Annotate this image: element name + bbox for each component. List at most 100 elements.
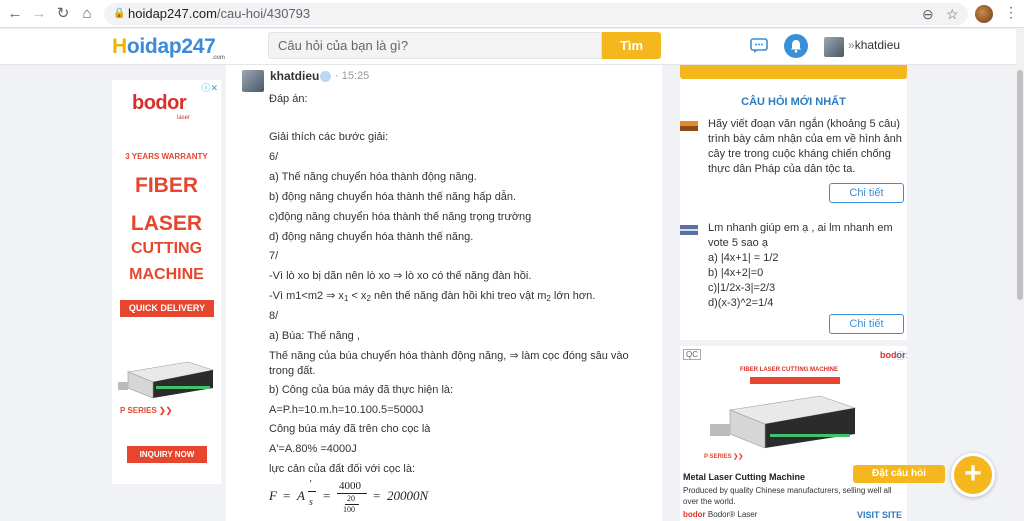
answer-line: Thế năng của búa chuyển hóa thành động n…	[269, 350, 629, 377]
header-username: khatdieu	[854, 38, 901, 52]
detail-button[interactable]: Chi tiết	[829, 183, 904, 203]
back-icon[interactable]: ←	[6, 5, 24, 23]
ad-text-machine: MACHINE	[129, 266, 204, 283]
formula-part: F	[269, 488, 277, 503]
home-icon[interactable]: ⌂	[78, 5, 96, 23]
answer-line: a) Búa: Thế năng ,	[269, 330, 360, 342]
ad-inquiry-button[interactable]: INQUIRY NOW	[127, 446, 207, 463]
formula-part: s	[309, 497, 313, 508]
answer-line: 7/	[269, 250, 279, 262]
url-path: /cau-hoi/430793	[216, 6, 311, 21]
formula-part: =	[283, 488, 291, 503]
formula-part: A	[297, 488, 305, 503]
bookmark-star-icon[interactable]: ☆	[946, 5, 959, 23]
search-button[interactable]: Tìm	[602, 32, 661, 59]
verified-badge-icon	[320, 71, 331, 82]
answer-card: khatdieu · 15:25 Đáp án: Giải thích các …	[226, 65, 662, 521]
answer-line: 8/	[269, 310, 279, 322]
answer-line: Đáp án:	[269, 93, 308, 105]
browser-toolbar: ← → ↻ ⌂ 🔒 hoidap247.com/cau-hoi/430793 ⊖…	[0, 0, 1024, 28]
question-thumbnail-icon	[680, 121, 698, 131]
answer-line: lực cản của đất đối với cọc là:	[269, 463, 416, 475]
answer-line-mass: -Vì m1<m2 ⇒ x1 < x2 nên thế năng đàn hồi…	[269, 289, 595, 303]
ask-question-label[interactable]: Đặt câu hỏi	[853, 465, 945, 483]
ad-close-icon[interactable]: ⓘ✕	[201, 81, 218, 94]
zoom-icon[interactable]: ⊖	[922, 5, 934, 23]
formula-part: 20	[347, 494, 355, 503]
browser-menu-icon[interactable]: ⋮	[1004, 4, 1018, 21]
question-line: b) |4x+2|=0	[708, 267, 764, 279]
ad-title[interactable]: Metal Laser Cutting Machine	[683, 472, 805, 482]
formula-part: =	[323, 488, 331, 503]
text-part: nên thế năng đàn hồi khi treo vật m	[370, 290, 547, 302]
formula-part: ′	[309, 479, 312, 490]
left-advertisement[interactable]: ⓘ✕ bodor laser 3 YEARS WARRANTY FIBER LA…	[112, 80, 221, 484]
answer-line: a) Thế năng chuyển hóa thành động năng.	[269, 171, 477, 183]
question-line: Lm nhanh giúp em ạ , ai lm nhanh em vote…	[708, 222, 893, 249]
notification-bell-icon[interactable]	[784, 34, 808, 58]
answer-line: Công búa máy đã trên cho cọc là	[269, 423, 431, 435]
ask-question-top-button[interactable]	[680, 65, 907, 79]
ad-close-icon[interactable]: ⓘ✕	[896, 349, 907, 362]
ad-series-label: P SERIES ❯❯	[704, 454, 744, 460]
advertiser-logo: bodor	[683, 510, 706, 519]
question-line: a) |4x+1| = 1/2	[708, 252, 779, 264]
logo-text: oidap247	[126, 35, 216, 58]
profile-avatar[interactable]	[975, 5, 993, 23]
chat-icon[interactable]	[750, 38, 768, 54]
ad-series-label: P SERIES ❯❯	[120, 406, 173, 415]
advertiser-name: Bodor® Laser	[707, 510, 758, 519]
user-avatar[interactable]	[824, 37, 844, 57]
answer-line: A=P.h=10.m.h=10.100.5=5000J	[269, 404, 424, 416]
site-logo[interactable]: Hoidap247 .com	[112, 35, 225, 61]
ad-description: Produced by quality Chinese manufacturer…	[683, 486, 892, 506]
question-line: c)|1/2x-3|=2/3	[708, 282, 776, 294]
chevron-down-icon: »	[848, 38, 855, 52]
ask-question-plus-button[interactable]: +	[951, 453, 995, 497]
answer-line: A'=A.80% =4000J	[269, 443, 357, 455]
right-advertisement[interactable]: QC bodor ⓘ✕ FIBER LASER CUTTING MACHINE …	[680, 346, 907, 521]
answerer-name[interactable]: khatdieu	[270, 69, 319, 83]
question-line: d)(x-3)^2=1/4	[708, 297, 774, 309]
laser-machine-image	[710, 395, 857, 449]
logo-com: .com	[212, 55, 225, 61]
formula-part: 4000	[339, 480, 361, 492]
detail-button[interactable]: Chi tiết	[829, 314, 904, 334]
answer-line: -Vì lò xo bị dãn nên lò xo ⇒ lò xo có th…	[269, 270, 532, 282]
answer-time: · 15:25	[335, 70, 370, 82]
reload-icon[interactable]: ↻	[54, 5, 72, 23]
forward-icon[interactable]: →	[30, 5, 48, 23]
ad-brand-logo: bodor	[132, 92, 187, 114]
answer-line: Giải thích các bước giải:	[269, 131, 389, 143]
ad-quick-delivery: QUICK DELIVERY	[120, 300, 214, 317]
ad-qc-label: QC	[683, 349, 701, 360]
text-part: < x	[348, 290, 367, 302]
ad-text-cutting: CUTTING	[130, 240, 203, 257]
force-formula: F = A ′ s = 4000 20 100 = 20000N	[269, 479, 469, 517]
answer-line: b) Công của búa máy đã thực hiện là:	[269, 384, 454, 396]
formula-part: =	[373, 488, 381, 503]
ad-text-laser: LASER	[130, 212, 203, 235]
answer-line: b) động năng chuyển hóa thành thế năng h…	[269, 191, 517, 203]
address-bar[interactable]: 🔒 hoidap247.com/cau-hoi/430793	[104, 3, 968, 25]
user-menu[interactable]: »khatdieu	[848, 38, 900, 52]
question-text[interactable]: Hãy viết đoạn văn ngắn (khoảng 5 câu) tr…	[708, 117, 903, 177]
ad-warranty-text: 3 YEARS WARRANTY	[125, 152, 208, 161]
ad-text-fiber: FIBER	[135, 174, 198, 197]
question-text-2[interactable]: Lm nhanh giúp em ạ , ai lm nhanh em vote…	[708, 221, 903, 311]
url-host: hoidap247.com	[128, 6, 217, 21]
ad-banner-heading: FIBER LASER CUTTING MACHINE	[740, 367, 838, 373]
section-title: CÂU HỎI MỚI NHẤT	[741, 96, 846, 108]
text-part: lớn hơn.	[550, 290, 596, 302]
search-input[interactable]: Câu hỏi của bạn là gì?	[268, 32, 602, 59]
answerer-avatar[interactable]	[242, 70, 264, 92]
formula-part: 20000N	[387, 488, 429, 503]
site-header: Hoidap247 .com Câu hỏi của bạn là gì? Tì…	[0, 29, 1016, 65]
latest-questions-panel: CÂU HỎI MỚI NHẤT Hãy viết đoạn văn ngắn …	[680, 65, 907, 340]
answer-line: 6/	[269, 151, 279, 163]
answer-line: d) động năng chuyển hóa thành thế năng.	[269, 231, 474, 243]
scrollbar-thumb[interactable]	[1017, 70, 1023, 300]
ad-banner-tag	[750, 377, 840, 384]
visit-site-button[interactable]: VISIT SITE	[857, 510, 902, 520]
question-thumbnail-icon	[680, 225, 698, 235]
